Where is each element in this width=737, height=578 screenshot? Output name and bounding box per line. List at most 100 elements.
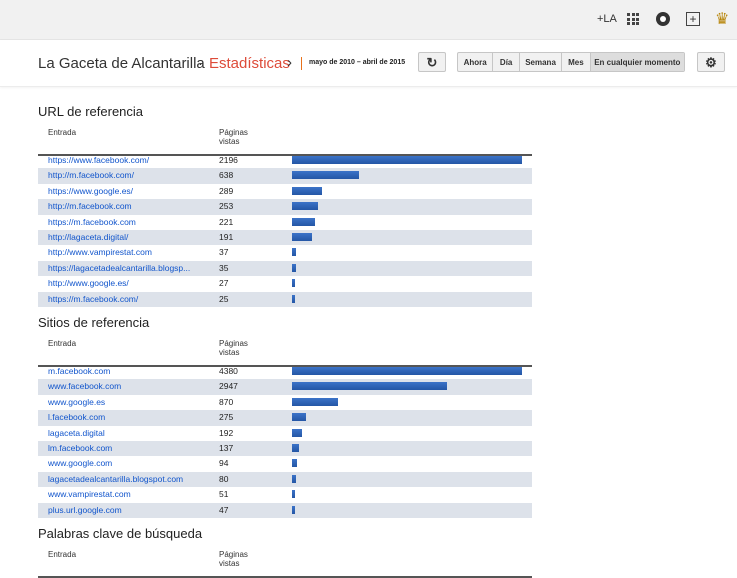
referrer-link[interactable]: https://www.facebook.com/: [48, 155, 208, 165]
pageviews-count: 2947: [219, 381, 238, 392]
pageviews-count: 51: [219, 489, 229, 500]
pageviews-count: 35: [219, 262, 229, 273]
column-header-entry: Entrada: [48, 128, 77, 137]
range-day-button[interactable]: Día: [493, 53, 520, 71]
pageviews-count: 47: [219, 504, 229, 515]
column-header-entry: Entrada: [48, 550, 77, 559]
table-row: http://www.vampirestat.com 37: [38, 245, 532, 260]
table-row: www.facebook.com 2947: [38, 379, 532, 395]
pageviews-bar: [292, 490, 295, 499]
range-week-button[interactable]: Semana: [520, 53, 563, 71]
referrer-link[interactable]: www.google.com: [48, 458, 208, 468]
table-row: l.facebook.com 275: [38, 410, 532, 426]
referrer-link[interactable]: lagaceta.digital: [48, 428, 208, 438]
pageviews-count: 638: [219, 170, 234, 181]
pageviews-bar: [292, 413, 306, 422]
stats-header: La Gaceta de Alcantarilla · Estadísticas…: [0, 40, 737, 87]
referrer-link[interactable]: www.vampirestat.com: [48, 489, 208, 499]
referrer-link[interactable]: https://m.facebook.com: [48, 217, 208, 227]
pageviews-bar: [292, 186, 322, 195]
pageviews-bar: [292, 279, 295, 288]
pageviews-count: 94: [219, 458, 229, 469]
section-title: URL de referencia: [38, 104, 144, 119]
page-title: Estadísticas: [209, 55, 290, 72]
top-bar: +LA + ♛: [0, 0, 737, 40]
table-body: m.facebook.com 4380 www.facebook.com 2947 ww…: [38, 364, 532, 518]
section-title: Palabras clave de búsqueda: [38, 526, 203, 541]
blog-title[interactable]: La Gaceta de Alcantarilla: [38, 55, 205, 72]
column-header-views: Páginas vistas: [219, 128, 248, 146]
column-header-views: Páginas vistas: [219, 339, 248, 357]
pageviews-bar: [292, 397, 338, 406]
pageviews-bar: [292, 443, 299, 452]
pageviews-bar: [292, 263, 296, 272]
referrer-link[interactable]: http://www.google.es/: [48, 278, 208, 288]
referrer-link[interactable]: lm.facebook.com: [48, 443, 208, 453]
pageviews-bar: [292, 232, 312, 241]
pageviews-count: 2196: [219, 155, 238, 165]
referrer-link[interactable]: https://m.facebook.com/: [48, 294, 208, 304]
referrer-link[interactable]: lagacetadealcantarilla.blogspot.com: [48, 474, 208, 484]
table-header: Entrada Páginas vistas: [38, 339, 532, 367]
pageviews-count: 870: [219, 396, 234, 407]
table-row: lm.facebook.com 137: [38, 440, 532, 457]
title-separator: ·: [198, 55, 203, 72]
pageviews-bar: [292, 367, 522, 375]
table-row: https://m.facebook.com/25: [38, 291, 532, 307]
table-row: www.google.com 94: [38, 456, 532, 471]
table-row: m.facebook.com 4380: [38, 364, 532, 379]
referrer-link[interactable]: l.facebook.com: [48, 412, 208, 422]
referrer-link[interactable]: www.facebook.com: [48, 381, 208, 391]
pageviews-count: 37: [219, 247, 229, 258]
table-row: plus.url.google.com 47: [38, 502, 532, 518]
table-header: Entrada Páginas vistas: [38, 550, 532, 578]
pageviews-bar: [292, 474, 296, 483]
range-selector: Ahora Día Semana Mes En cualquier moment…: [457, 52, 685, 72]
pageviews-bar: [292, 248, 296, 257]
referrer-link[interactable]: http://www.vampirestat.com: [48, 247, 208, 257]
pageviews-count: 137: [219, 442, 234, 453]
pageviews-bar: [292, 171, 359, 180]
section-title: Sitios de referencia: [38, 315, 150, 330]
table-row: https://www.google.es/289: [38, 184, 532, 199]
referrer-link[interactable]: www.google.es: [48, 397, 208, 407]
refresh-button[interactable]: ↻: [418, 52, 446, 72]
referrer-link[interactable]: https://lagacetadealcantarilla.blogsp...: [48, 263, 208, 273]
referrer-link[interactable]: plus.url.google.com: [48, 505, 208, 515]
pageviews-count: 80: [219, 473, 229, 484]
table-row: http://www.google.es/27: [38, 276, 532, 291]
share-icon[interactable]: +: [686, 12, 700, 26]
table-header: Entrada Páginas vistas: [38, 128, 532, 156]
table-row: http://m.facebook.com/638: [38, 168, 532, 184]
range-now-button[interactable]: Ahora: [458, 53, 494, 71]
referrer-link[interactable]: m.facebook.com: [48, 366, 208, 376]
profile-link[interactable]: +LA: [597, 13, 617, 25]
table-row: www.google.es 870: [38, 395, 532, 410]
pageviews-count: 192: [219, 427, 234, 438]
table-body: https://www.facebook.com/2196 http://m.fa…: [38, 153, 532, 307]
referrer-link[interactable]: http://m.facebook.com: [48, 201, 208, 211]
chevron-right-icon[interactable]: ›: [287, 54, 292, 71]
column-header-views: Páginas vistas: [219, 550, 248, 568]
apps-icon[interactable]: [627, 13, 639, 25]
range-all-time-button[interactable]: En cualquier momento: [590, 53, 684, 71]
range-month-button[interactable]: Mes: [562, 53, 591, 71]
pageviews-count: 25: [219, 293, 229, 304]
referrer-link[interactable]: http://m.facebook.com/: [48, 170, 208, 180]
notifications-icon[interactable]: [656, 12, 670, 26]
table-row: lagacetadealcantarilla.blogspot.com 80: [38, 471, 532, 488]
pageviews-bar: [292, 156, 522, 164]
avatar-icon[interactable]: ♛: [715, 9, 729, 29]
referrer-link[interactable]: https://www.google.es/: [48, 186, 208, 196]
referrer-link[interactable]: http://lagaceta.digital/: [48, 232, 208, 242]
settings-gear-icon[interactable]: ⚙: [697, 52, 725, 72]
pageviews-bar: [292, 382, 447, 391]
table-row: http://lagaceta.digital/191: [38, 229, 532, 246]
pageviews-count: 289: [219, 185, 234, 196]
table-row: www.vampirestat.com 51: [38, 487, 532, 502]
pageviews-bar: [292, 428, 302, 437]
pageviews-bar: [292, 217, 315, 226]
table-row: lagaceta.digital 192: [38, 426, 532, 441]
pageviews-bar: [292, 505, 295, 514]
column-header-entry: Entrada: [48, 339, 77, 348]
